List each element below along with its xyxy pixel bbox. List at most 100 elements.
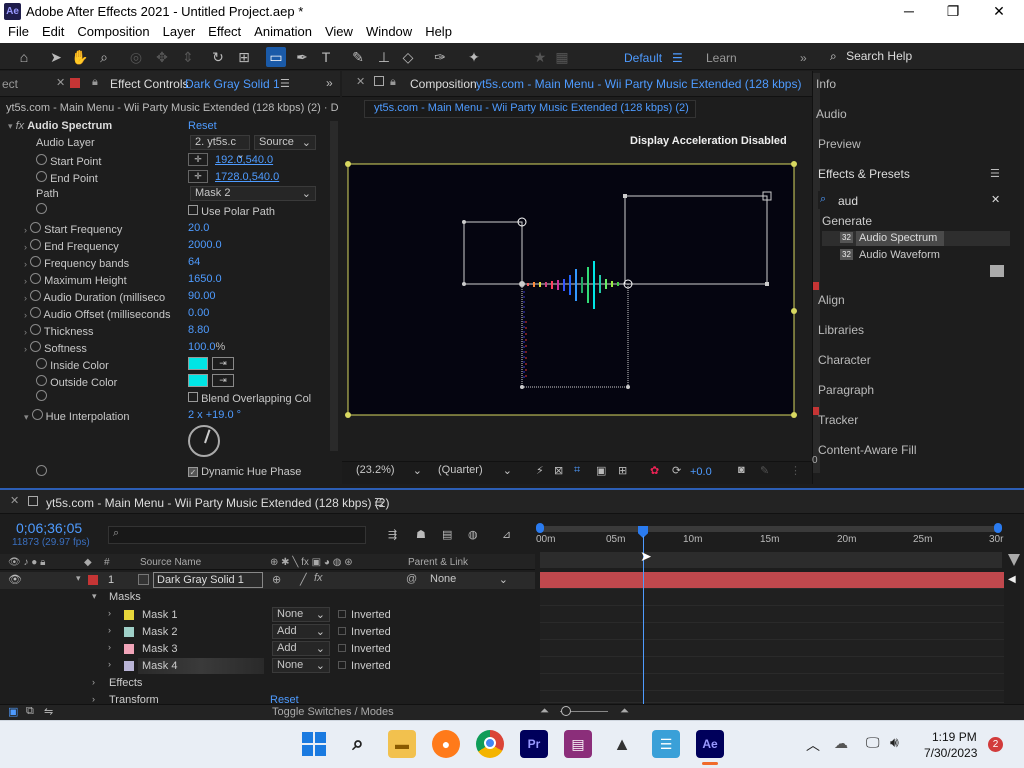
stopwatch-icon[interactable] (30, 307, 42, 318)
pan-behind-tool-icon[interactable]: ⊞ (234, 47, 254, 67)
file-explorer-icon[interactable]: ▬ (388, 730, 416, 758)
use-polar-path-checkbox[interactable]: Use Polar Path (188, 205, 275, 218)
mask-4-name[interactable]: Mask 4 (142, 660, 177, 672)
grid-guides-icon[interactable]: ⊞ (618, 464, 627, 477)
effect-controls-tab[interactable]: Effect Controls (110, 77, 188, 91)
mask-expand-icon[interactable]: › (108, 642, 111, 652)
channels-icon[interactable]: ✿ (650, 464, 659, 477)
lock-icon[interactable]: 🔒︎ (92, 76, 98, 89)
effects-presets-panel-tab[interactable]: Effects & Presets (818, 167, 910, 181)
zoom-slider-handle[interactable] (561, 706, 571, 716)
mask-3-name[interactable]: Mask 3 (142, 643, 177, 655)
hand-tool-icon[interactable]: ✋ (70, 47, 90, 67)
close-tab-icon[interactable]: ✕ (56, 76, 65, 89)
effects-group-label[interactable]: Effects (109, 677, 142, 689)
frame-blending-icon[interactable]: ▤ (442, 528, 452, 541)
chrome-icon[interactable] (476, 730, 504, 758)
stopwatch-icon[interactable] (30, 256, 42, 267)
source-name-header[interactable]: Source Name (140, 557, 201, 568)
brush-tool-icon[interactable]: ✎ (348, 47, 368, 67)
stopwatch-icon[interactable] (30, 290, 42, 301)
mask-1-mode-select[interactable]: None ⌄ (272, 607, 330, 622)
stopwatch-icon[interactable] (36, 358, 47, 369)
start-point-value[interactable]: 192.0,540.0 (215, 154, 273, 166)
show-snapshot-icon[interactable]: ✎ (760, 464, 769, 477)
align-panel-tab[interactable]: Align (818, 293, 845, 307)
video-visibility-icon[interactable]: 👁︎ (8, 573, 22, 586)
audio-spectrum-item[interactable]: Audio Spectrum (859, 232, 937, 244)
eyedropper-icon[interactable]: ⇥ (212, 357, 234, 370)
clone-stamp-tool-icon[interactable]: ⊥ (374, 47, 394, 67)
workspace-default[interactable]: Default (624, 51, 662, 65)
composition-viewer[interactable] (342, 151, 812, 421)
selection-tool-icon[interactable]: ➤ (46, 47, 66, 67)
dolly-tool-icon[interactable]: ⇕ (178, 47, 198, 67)
zoom-in-icon[interactable]: ⏶ (620, 705, 629, 718)
libraries-panel-tab[interactable]: Libraries (818, 323, 864, 337)
inkscape-icon[interactable]: ▲ (608, 730, 636, 758)
menu-view[interactable]: View (317, 23, 358, 39)
shy-layers-icon[interactable]: ☗ (416, 528, 426, 541)
transfer-controls-pane-icon[interactable]: ⧉ (26, 705, 34, 718)
snapping-icon[interactable]: ★ (530, 47, 550, 67)
maximize-button[interactable]: ❐ (938, 2, 968, 21)
project-tab[interactable]: ect (2, 77, 18, 91)
volume-icon[interactable]: 🔊︎ (890, 734, 899, 751)
stopwatch-icon[interactable] (36, 171, 47, 182)
maximum-height-value[interactable]: 1650.0 (188, 273, 222, 285)
preview-panel-tab[interactable]: Preview (818, 137, 861, 151)
composition-tab-name[interactable]: yt5s.com - Main Menu - Wii Party Music E… (476, 77, 801, 91)
rotation-tool-icon[interactable]: ↻ (208, 47, 228, 67)
effects-search-value[interactable]: aud (838, 194, 858, 208)
info-panel-tab[interactable]: Info (816, 77, 836, 91)
end-point-value[interactable]: 1728.0,540.0 (215, 171, 279, 183)
workspace-menu-icon[interactable]: ☰ (672, 51, 683, 65)
puppet-tool-icon[interactable]: ✦ (464, 47, 484, 67)
comp-flowchart-label[interactable]: yt5s.com - Main Menu - Wii Party Music E… (374, 102, 689, 114)
exposure-value[interactable]: +0.0 (690, 466, 712, 478)
mask-3-inverted[interactable]: Inverted (338, 643, 391, 655)
menu-file[interactable]: File (0, 23, 34, 39)
notepad-icon[interactable]: ☰ (652, 730, 680, 758)
new-preset-icon[interactable] (990, 265, 1004, 277)
parent-select[interactable]: None ⌄ (426, 573, 512, 588)
generate-category[interactable]: Generate (822, 214, 872, 228)
effect-row-audio-spectrum[interactable]: ▾ fx Audio Spectrum (8, 120, 112, 132)
clock-time[interactable]: 1:19 PM (932, 730, 977, 744)
mask-2-name[interactable]: Mask 2 (142, 626, 177, 638)
dynamic-hue-phase-checkbox[interactable]: ✓ Dynamic Hue Phase (188, 466, 301, 478)
stopwatch-icon[interactable] (30, 222, 42, 233)
layer-name[interactable]: Dark Gray Solid 1 (153, 572, 263, 588)
layer-switches-pane-icon[interactable]: ▣ (8, 705, 18, 718)
transform-expand-icon[interactable]: › (92, 694, 95, 704)
stopwatch-icon[interactable] (36, 375, 47, 386)
inside-color-swatch[interactable] (188, 357, 208, 370)
paragraph-panel-tab[interactable]: Paragraph (818, 383, 874, 397)
workspace-learn[interactable]: Learn (706, 51, 737, 65)
audio-panel-tab[interactable]: Audio (816, 107, 847, 121)
minimize-button[interactable]: ─ (894, 2, 924, 21)
pick-whip-icon[interactable]: @ (406, 573, 417, 585)
region-of-interest-icon[interactable]: ▣ (596, 464, 606, 477)
thickness-value[interactable]: 8.80 (188, 324, 209, 336)
layer-label-color[interactable] (88, 575, 98, 585)
audio-offset-value[interactable]: 0.00 (188, 307, 209, 319)
effect-controls-layer-name[interactable]: Dark Gray Solid 1 (185, 77, 280, 91)
mask-visibility-icon[interactable]: ⌗ (574, 464, 580, 477)
menu-window[interactable]: Window (358, 23, 417, 39)
effects-expand-icon[interactable]: › (92, 677, 95, 687)
stopwatch-icon[interactable] (36, 203, 47, 217)
current-time-display[interactable]: 0;06;36;05 (16, 520, 82, 536)
mask-1-name[interactable]: Mask 1 (142, 609, 177, 621)
timeline-search-input[interactable]: ⌕ (108, 526, 366, 544)
audio-duration-value[interactable]: 90.00 (188, 290, 216, 302)
clear-search-icon[interactable]: ✕ (991, 193, 1000, 206)
stopwatch-icon[interactable] (36, 154, 47, 165)
in-out-pane-icon[interactable]: ⇋ (44, 705, 53, 718)
keyframe-nav-icon[interactable]: ◀ (1008, 574, 1016, 585)
firefox-icon[interactable]: ● (432, 730, 460, 758)
audio-layer-select[interactable]: 2. yt5s.c ⌄ (190, 135, 250, 161)
stopwatch-icon[interactable] (30, 324, 42, 335)
mask-4-inverted[interactable]: Inverted (338, 660, 391, 672)
after-effects-taskbar-icon[interactable]: Ae (696, 730, 724, 758)
